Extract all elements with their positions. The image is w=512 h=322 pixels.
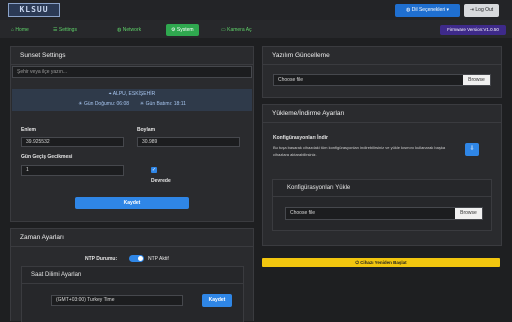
toggle-knob [138,256,143,261]
sun-times-line: ☀ Gün Doğumu: 06:08 ☀ Gün Batımı: 18:11 [12,101,252,107]
tab-home-label: Home [15,27,29,33]
timezone-card: Saat Dilimi Ayarları (GMT+03:00) Turkey … [21,266,244,322]
main-nav: ⌂ Home ☰ Settings ◍ Network ⚙ System ▭ K… [0,20,512,38]
file-input-text: Choose file [278,77,304,83]
firmware-file-input[interactable]: Choose file [273,74,491,86]
language-button-label: Dil Seçenekleri [411,7,446,13]
timezone-save-button[interactable]: Kaydet [202,294,232,307]
panel-title: Zaman Ayarları [11,229,253,247]
ntp-toggle-label: NTP Aktif [148,256,169,262]
panel-title: Sunset Settings [11,47,253,65]
download-config-title: Konfigürasyonları İndir [273,135,329,141]
tab-settings[interactable]: ☰ Settings [48,24,82,36]
enabled-checkbox[interactable]: ✓ [151,167,157,173]
restart-device-button[interactable]: ⏻ Cihazı Yeniden Başlat [262,258,500,267]
file-input-text: Choose file [290,210,316,216]
panel-title: Yükleme/İndirme Ayarları [263,105,501,123]
latitude-input[interactable]: 39.925532 [21,137,124,147]
ntp-toggle[interactable] [129,255,144,262]
backup-restore-panel: Yükleme/İndirme Ayarları Konfigürasyonla… [262,104,502,246]
caret-down-icon: ▾ [445,7,450,13]
longitude-label: Boylam [137,127,156,133]
tab-settings-label: Settings [58,27,77,33]
tab-network[interactable]: ◍ Network [112,24,146,36]
firmware-badge: Firmware Version:V1.0.50 [440,25,506,35]
logout-button-label: Log Out [475,7,494,13]
tab-camera[interactable]: ▭ Kamera Aç [216,24,257,36]
download-icon: ⇩ [469,146,475,152]
download-config-button[interactable]: ⇩ [465,143,479,156]
ntp-status-label: NTP Durumu: [85,256,118,262]
top-bar: KLSUU ◍ Dil Seçenekleri ▾ ⇥ Log Out [0,0,512,20]
timezone-select[interactable]: (GMT+03:00) Turkey Time [51,295,183,306]
config-browse-button[interactable]: Browse [455,208,482,219]
sunset-settings-panel: Sunset Settings Şehir veya ilçe yazın...… [10,46,254,222]
tab-system-label: System [176,27,194,33]
city-search-input[interactable]: Şehir veya ilçe yazın... [12,66,252,78]
location-line: ⌖ ALPU, ESKİŞEHİR [12,91,252,97]
config-file-input[interactable]: Choose file [285,207,483,220]
brand-logo: KLSUU [8,3,60,17]
sun-info-box: ⌖ ALPU, ESKİŞEHİR ☀ Gün Doğumu: 06:08 ☀ … [12,89,252,111]
download-config-description: Bu tuşa basarak cihazdaki tüm konfigüras… [273,145,446,157]
logout-button[interactable]: ⇥ Log Out [464,4,499,17]
location-text: ALPU, ESKİŞEHİR [112,91,156,97]
enabled-label: Devrede [151,178,171,184]
sunrise-text: Gün Doğumu: 06:08 [83,101,130,107]
upload-config-card: Konfigürasyonları Yükle Choose file Brow… [272,179,492,231]
sunset-save-button[interactable]: Kaydet [75,197,189,209]
timezone-title: Saat Dilimi Ayarları [22,267,243,284]
tab-camera-label: Kamera Aç [227,27,252,33]
restart-device-label: Cihazı Yeniden Başlat [360,260,407,265]
longitude-input[interactable]: 30.989 [137,137,240,147]
tab-network-label: Network [122,27,142,33]
upload-config-title: Konfigürasyonları Yükle [273,180,491,197]
delay-input[interactable]: 1 [21,165,124,176]
software-update-panel: Yazılım Güncelleme Choose file Browse [262,46,502,98]
sunset-text: Gün Batımı: 18:11 [145,101,186,107]
tab-system[interactable]: ⚙ System [166,24,199,36]
latitude-label: Enlem [21,127,37,133]
language-button[interactable]: ◍ Dil Seçenekleri ▾ [395,4,460,17]
firmware-browse-button[interactable]: Browse [463,75,490,85]
panel-title: Yazılım Güncelleme [263,47,501,65]
time-settings-panel: Zaman Ayarları NTP Durumu: NTP Aktif Saa… [10,228,254,322]
delay-label: Gün Geçiş Gecikmesi [21,154,73,160]
tab-home[interactable]: ⌂ Home [6,24,34,36]
